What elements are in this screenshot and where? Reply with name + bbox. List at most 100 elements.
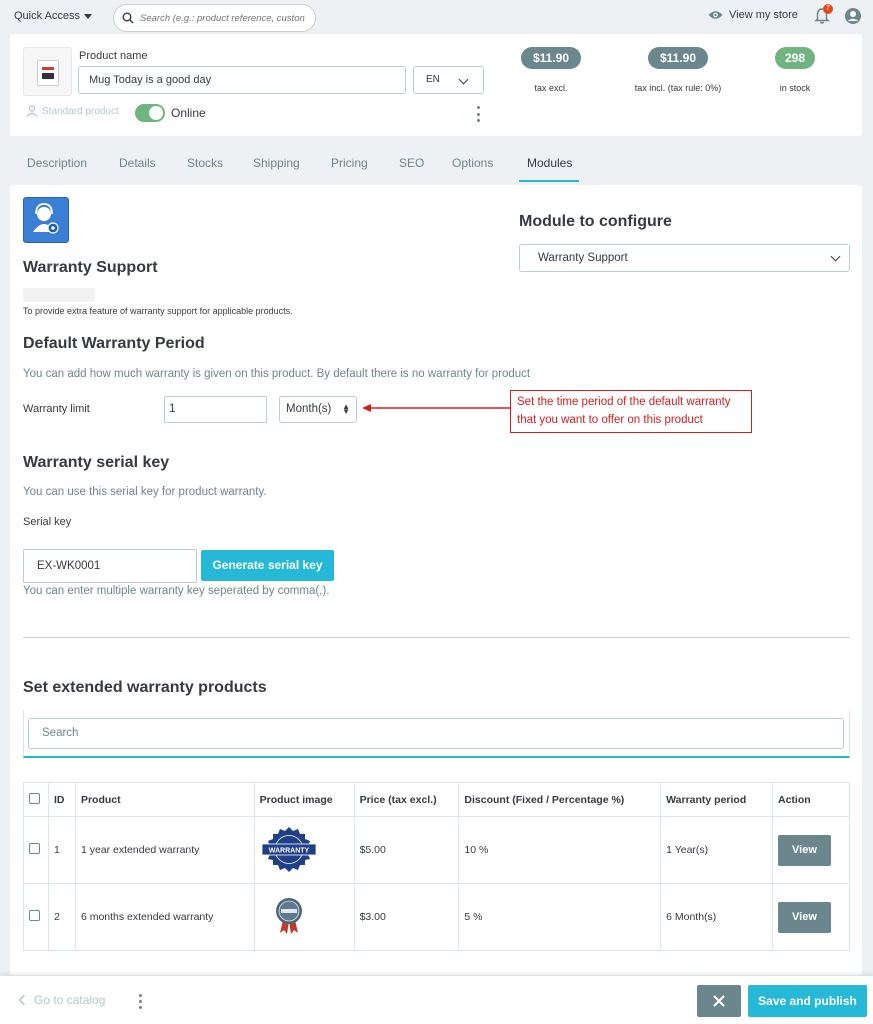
search-icon [122,12,134,24]
extended-warranty-table: ID Product Product image Price (tax excl… [23,782,851,951]
price-tax-excl-caption: tax excl. [534,83,568,93]
caret-down-icon [84,13,93,19]
support-agent-icon [33,203,59,234]
extended-warranty-heading: Set extended warranty products [23,679,267,696]
column-header-warranty-period[interactable]: Warranty period [660,782,773,817]
warranty-unit-value: Month(s) [286,403,332,415]
serial-key-heading: Warranty serial key [23,454,170,471]
price-tax-incl-badge: $11.90 [648,47,708,69]
row-select-cell [23,816,49,884]
module-title: Warranty Support [23,259,158,276]
quick-access-dropdown[interactable]: Quick Access [14,10,93,22]
product-name-input[interactable]: Mug Today is a good day [78,66,406,94]
language-select[interactable]: EN [413,66,484,94]
table-header-row: ID Product Product image Price (tax excl… [23,782,851,817]
sort-arrows-icon: ▲ ▼ [342,402,350,416]
module-description: To provide extra feature of warranty sup… [23,306,293,316]
product-type-icon [26,105,38,117]
view-button[interactable]: View [777,834,831,866]
online-toggle[interactable] [135,104,165,122]
save-and-publish-button[interactable]: Save and publish [748,985,867,1017]
row-checkbox[interactable] [29,843,40,854]
tab-stocks[interactable]: Stocks [187,156,223,170]
table-row: 2 6 months extended warranty $3.00 5 % 6… [23,883,851,951]
global-search[interactable] [113,4,316,32]
online-label: Online [171,106,206,120]
go-to-catalog-label: Go to catalog [34,993,106,1007]
warranty-unit-select[interactable]: Month(s) ▲ ▼ [279,396,357,423]
column-header-id[interactable]: ID [47,782,76,817]
row-product-image [253,883,355,951]
table-search-input[interactable]: Search [28,718,844,749]
row-price: $5.00 [353,816,460,884]
module-configure-value: Warranty Support [538,252,628,264]
tab-seo[interactable]: SEO [399,156,424,170]
user-account-icon[interactable] [844,7,862,25]
row-discount: 5 % [458,883,662,951]
row-action-cell: View [771,816,851,884]
tab-description[interactable]: Description [27,156,87,170]
tab-details[interactable]: Details [119,156,156,170]
close-button[interactable] [697,985,741,1017]
product-type[interactable]: Standard product [26,105,119,117]
row-id: 1 [47,816,76,884]
row-product: 1 year extended warranty [74,816,255,884]
select-all-checkbox[interactable] [29,792,40,804]
stock-caption: in stock [779,83,811,93]
serial-key-label: Serial key [23,516,72,528]
tab-modules[interactable]: Modules [527,156,572,170]
footer-more-icon[interactable] [139,994,143,1009]
column-header-product-image: Product image [253,782,355,817]
row-warranty-period: 6 Month(s) [660,883,773,951]
product-type-label: Standard product [42,105,119,117]
column-header-price[interactable]: Price (tax excl.) [353,782,460,817]
notification-badge: 7 [823,4,833,14]
module-configure-select[interactable]: Warranty Support [519,244,850,272]
active-tab-indicator [519,180,579,182]
global-search-input[interactable] [140,12,310,24]
view-button[interactable]: View [777,901,831,933]
serial-key-help: You can use this serial key for product … [23,486,267,498]
eye-icon [708,11,723,19]
go-to-catalog-link[interactable]: Go to catalog [18,993,105,1007]
chevron-down-icon [830,251,841,262]
generate-serial-key-button[interactable]: Generate serial key [201,550,334,581]
row-price: $3.00 [353,883,460,951]
row-checkbox[interactable] [29,910,40,921]
warranty-badge-image [275,897,302,934]
footer-bar [0,975,873,1024]
column-header-discount[interactable]: Discount (Fixed / Percentage %) [458,782,662,817]
row-product-image: WARRANTY [253,816,355,884]
blurred-placeholder [23,288,95,302]
row-product: 6 months extended warranty [74,883,255,951]
default-warranty-heading: Default Warranty Period [23,335,205,352]
tab-options[interactable]: Options [452,156,493,170]
column-header-action: Action [771,782,851,817]
callout-arrow-icon [362,404,510,412]
tab-shipping[interactable]: Shipping [253,156,300,170]
row-discount: 10 % [458,816,662,884]
stock-badge: 298 [775,47,815,69]
mug-image [37,60,59,86]
product-name-label: Product name [79,50,148,62]
warranty-seal-image: WARRANTY [261,826,317,872]
column-header-product[interactable]: Product [74,782,255,817]
row-select-cell [23,883,49,951]
tab-pricing[interactable]: Pricing [331,156,368,170]
view-store-link[interactable]: View my store [708,9,798,21]
select-all-cell [23,782,49,817]
warranty-period-callout: Set the time period of the default warra… [510,390,752,433]
price-tax-excl-badge: $11.90 [521,47,581,69]
warranty-support-module-icon [23,197,69,243]
more-options-icon[interactable] [477,106,481,122]
product-thumbnail[interactable] [23,47,72,96]
chevron-down-icon [458,74,469,85]
price-tax-incl-caption: tax incl. (tax rule: 0%) [634,83,722,93]
chevron-left-icon [18,994,26,1006]
product-header: Product name Mug Today is a good day EN … [10,34,862,136]
serial-key-note: You can enter multiple warranty key sepe… [23,585,330,597]
row-warranty-period: 1 Year(s) [660,816,773,884]
seal-text: WARRANTY [268,847,309,854]
serial-key-textarea[interactable]: EX-WK0001 [23,549,197,583]
warranty-limit-input[interactable]: 1 [164,396,267,423]
